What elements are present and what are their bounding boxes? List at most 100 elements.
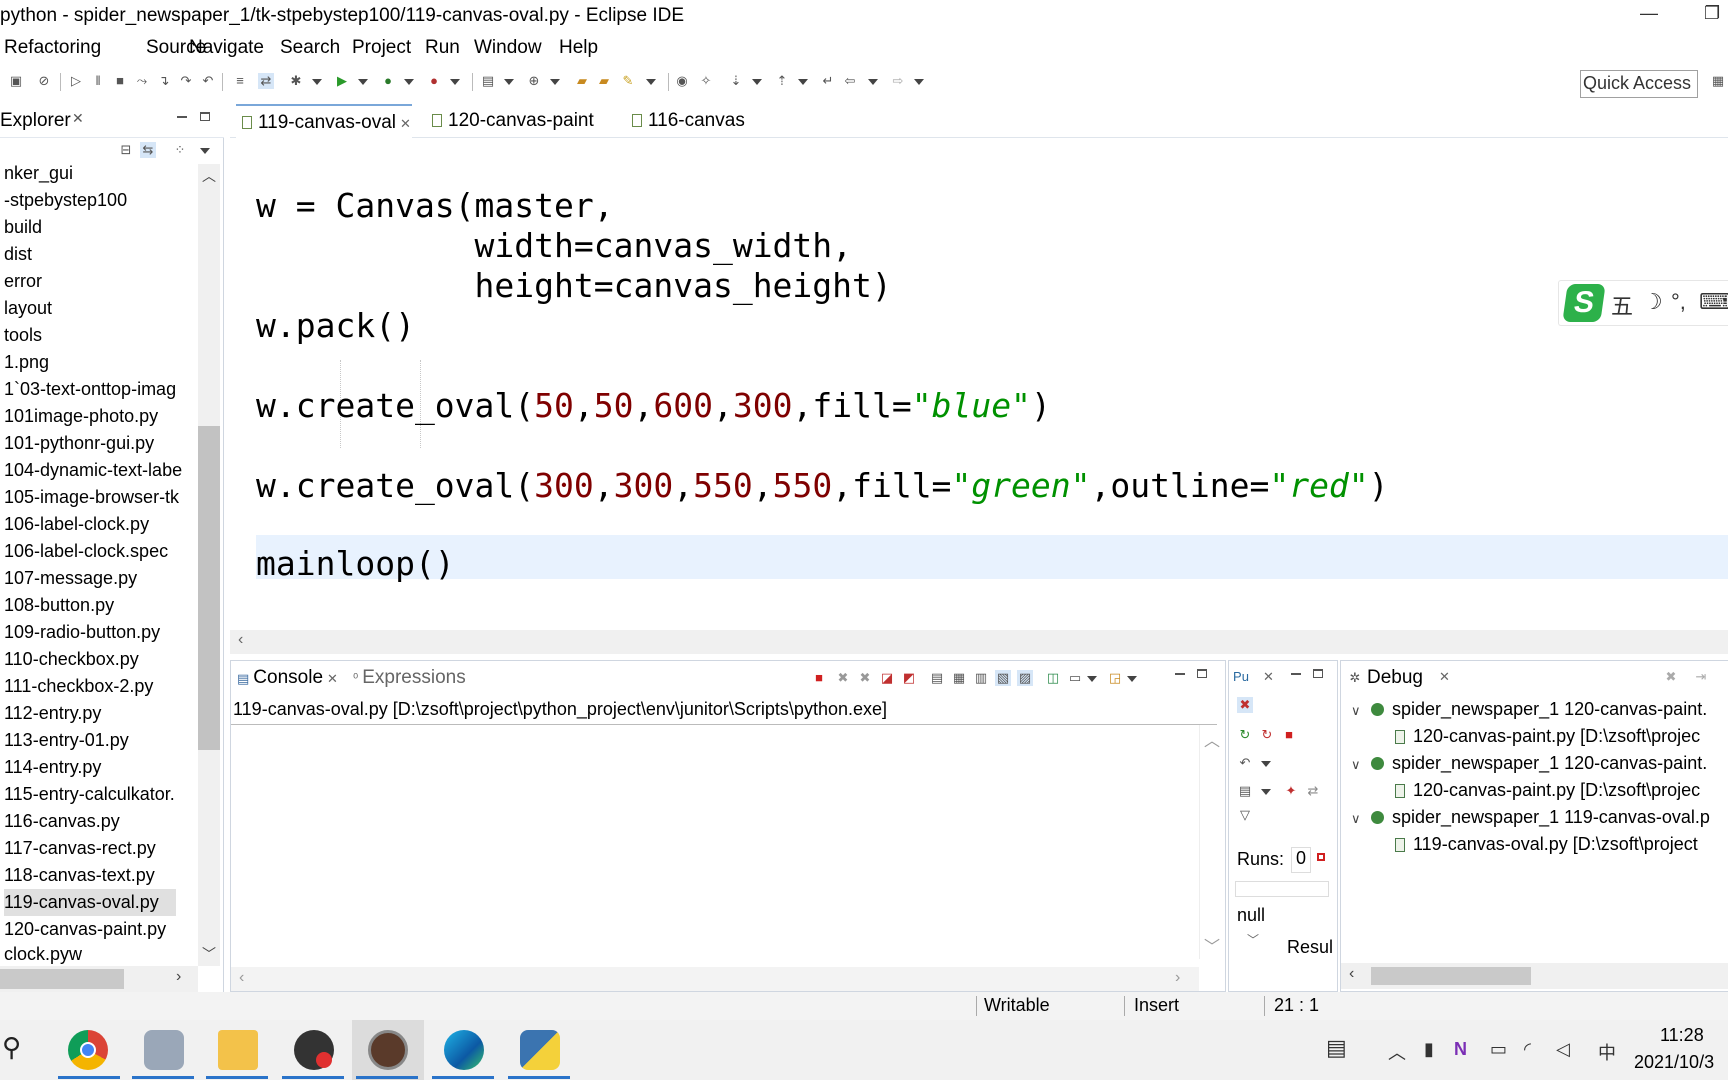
scrollbar-thumb[interactable] <box>0 969 124 989</box>
minimize-icon[interactable] <box>1175 673 1185 675</box>
battery-icon[interactable]: ▭ <box>1490 1039 1507 1060</box>
restore-button[interactable]: ❐ <box>1704 3 1720 24</box>
tree-item[interactable]: 101-pythonr-gui.py <box>4 430 198 457</box>
ime-keyboard-icon[interactable]: ⌨ <box>1699 289 1728 315</box>
scroll-lock-icon[interactable]: ▦ <box>951 670 967 686</box>
explorer-vertical-scrollbar[interactable]: ︿ ﹀ <box>198 164 220 966</box>
remove-all-launches-icon[interactable]: ✖ <box>857 670 873 686</box>
tree-item[interactable]: 108-button.py <box>4 592 198 619</box>
tree-item[interactable]: 114-entry.py <box>4 754 198 781</box>
remove-launch-icon[interactable]: ✖ <box>835 670 851 686</box>
editor-tab[interactable]: 116-canvas <box>626 104 745 138</box>
new-module-icon[interactable]: ⊕ <box>526 73 542 89</box>
skip-breakpoints-icon[interactable]: ⊘ <box>36 73 52 89</box>
search-icon[interactable]: ⚲ <box>2 1032 21 1063</box>
pin-console-icon[interactable]: ◫ <box>1045 670 1061 686</box>
new-module-dropdown-icon[interactable] <box>550 79 560 85</box>
microphone-icon[interactable]: ▮ <box>1424 1039 1434 1060</box>
tree-item[interactable]: dist <box>4 241 198 268</box>
word-wrap-icon[interactable]: ▥ <box>973 670 989 686</box>
tree-item-selected[interactable]: 119-canvas-oval.py <box>4 889 176 916</box>
tree-item[interactable]: 101image-photo.py <box>4 403 198 430</box>
tree-item[interactable]: -stpebystep100 <box>4 187 198 214</box>
open-resource-icon[interactable]: ▰ <box>596 73 612 89</box>
terminate-icon[interactable]: ■ <box>811 670 827 686</box>
minimize-icon[interactable] <box>1291 673 1301 675</box>
open-console-icon[interactable]: ◲ <box>1107 670 1123 686</box>
suspend-icon[interactable]: ‖ <box>90 73 106 89</box>
ime-moon-icon[interactable]: ☽ <box>1643 289 1663 315</box>
history-icon[interactable]: ↶ <box>1237 755 1253 771</box>
step-into-icon[interactable]: ⇥ <box>1693 669 1709 685</box>
debug-tab[interactable]: Debug <box>1367 667 1423 689</box>
terminate-all-icon[interactable]: ◩ <box>901 670 917 686</box>
tree-item[interactable]: 117-canvas-rect.py <box>4 835 198 862</box>
tree-item[interactable]: 120-canvas-paint.py <box>4 916 198 943</box>
sogou-logo-icon[interactable]: S <box>1562 284 1606 322</box>
show-on-stderr-icon[interactable]: ▨ <box>1017 670 1033 686</box>
drop-frame-icon[interactable]: ≡ <box>232 73 248 89</box>
debug-launch[interactable]: spider_newspaper_1 120-canvas-paint. <box>1371 750 1707 777</box>
run-dropdown-icon[interactable] <box>358 79 368 85</box>
rerun-icon[interactable]: ↻ <box>1237 727 1253 743</box>
menu-window[interactable]: Window <box>474 37 542 59</box>
disconnect-icon[interactable]: ⤳ <box>134 73 150 89</box>
maximize-icon[interactable] <box>1197 669 1207 678</box>
scroll-down-icon[interactable]: ﹀ <box>1204 933 1220 957</box>
close-icon[interactable]: ✕ <box>72 110 84 127</box>
chevron-down-icon[interactable]: ﹀ <box>1247 931 1259 948</box>
tree-item[interactable]: 111-checkbox-2.py <box>4 673 198 700</box>
ime-punct-icon[interactable]: °, <box>1671 289 1686 315</box>
back-icon[interactable]: ⇦ <box>842 73 858 89</box>
close-icon[interactable]: ✕ <box>400 116 411 131</box>
view-menu-icon[interactable]: ▽ <box>1237 807 1253 823</box>
annotation-icon[interactable]: ✧ <box>698 73 714 89</box>
close-icon[interactable]: ✕ <box>1439 669 1450 685</box>
editor-tab-active[interactable]: 119-canvas-oval ✕ <box>236 104 412 138</box>
wifi-icon[interactable]: ◜ <box>1524 1039 1531 1060</box>
scroll-right-icon[interactable]: › <box>1175 969 1180 987</box>
chevron-down-icon[interactable]: ∨ <box>1351 811 1361 827</box>
editor-horizontal-scrollbar[interactable]: ‹ <box>230 630 1728 654</box>
console-horizontal-scrollbar[interactable]: ‹ › <box>231 967 1199 991</box>
debug-dropdown-icon[interactable] <box>312 79 322 85</box>
step-into-icon[interactable]: ↴ <box>156 73 172 89</box>
tree-item[interactable]: 105-image-browser-tk <box>4 484 198 511</box>
ime-wubi-icon[interactable]: 五 <box>1611 289 1633 321</box>
file-explorer-icon[interactable] <box>218 1030 258 1070</box>
filters-icon[interactable]: ⁘ <box>172 142 188 158</box>
open-perspective-icon[interactable]: ▦ <box>1710 73 1726 89</box>
debug-process[interactable]: 120-canvas-paint.py [D:\zsoft\projec <box>1395 723 1700 750</box>
settings-gear-icon[interactable] <box>144 1030 184 1070</box>
stop-icon[interactable]: ■ <box>1281 727 1297 743</box>
scroll-up-icon[interactable]: ︿ <box>1204 727 1220 751</box>
console-vertical-scrollbar[interactable]: ︿ ﹀ <box>1199 725 1223 959</box>
layout-dropdown-icon[interactable] <box>1261 789 1271 795</box>
menu-project[interactable]: Project <box>352 37 411 59</box>
step-over-icon[interactable]: ↷ <box>178 73 194 89</box>
last-edit-icon[interactable]: ↵ <box>820 73 836 89</box>
clear-console-icon[interactable]: ▤ <box>929 670 945 686</box>
next-annotation-dropdown-icon[interactable] <box>752 79 762 85</box>
tree-item[interactable]: clock.pyw <box>4 943 198 965</box>
forward-dropdown-icon[interactable] <box>914 79 924 85</box>
display-console-icon[interactable]: ▭ <box>1067 670 1083 686</box>
chevron-down-icon[interactable]: ∨ <box>1351 757 1361 773</box>
tree-item[interactable]: 104-dynamic-text-labe <box>4 457 198 484</box>
globe-icon[interactable]: ◉ <box>674 73 690 89</box>
coverage-icon[interactable]: ● <box>380 73 396 89</box>
show-failures-icon[interactable]: ✖ <box>1237 697 1253 713</box>
news-icon[interactable]: ▤ <box>1326 1035 1347 1061</box>
close-icon[interactable]: ✕ <box>1263 669 1274 685</box>
rerun-failed-icon[interactable]: ↻ <box>1259 727 1275 743</box>
debug-launch[interactable]: spider_newspaper_1 119-canvas-oval.p <box>1371 804 1710 831</box>
tree-item[interactable]: nker_gui <box>4 160 198 187</box>
clock-time[interactable]: 11:28 <box>1660 1025 1704 1046</box>
prev-annotation-icon[interactable]: ⇡ <box>774 73 790 89</box>
expressions-tab[interactable]: ⁰ Expressions <box>353 667 466 689</box>
tree-item[interactable]: 118-canvas-text.py <box>4 862 198 889</box>
explorer-tab[interactable]: Explorer <box>0 110 71 132</box>
debug-process[interactable]: 119-canvas-oval.py [D:\zsoft\project <box>1395 831 1698 858</box>
scroll-left-icon[interactable]: ‹ <box>1349 965 1354 983</box>
resume-icon[interactable]: ▷ <box>68 73 84 89</box>
